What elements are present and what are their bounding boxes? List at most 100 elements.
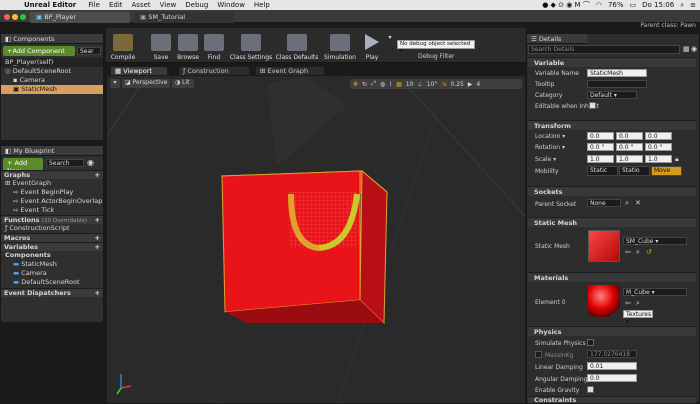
menu-help[interactable]: Help bbox=[254, 1, 270, 9]
lock-icon[interactable]: 🔒︎ bbox=[675, 155, 679, 164]
mass-override-checkbox[interactable] bbox=[535, 351, 542, 358]
details-search-input[interactable]: Search Details bbox=[528, 45, 680, 54]
materials-section[interactable]: Materials bbox=[528, 272, 696, 282]
mobility-static[interactable]: Static bbox=[587, 166, 618, 176]
functions-section[interactable]: Functions (20 Overridable) + bbox=[1, 215, 103, 224]
use-selected-arrow-icon[interactable]: ⇦ bbox=[625, 299, 631, 307]
constraints-section[interactable]: Constraints bbox=[528, 396, 696, 404]
debug-object-select[interactable]: No debug object selected ▾ bbox=[397, 40, 475, 54]
event-actor-begin-overlap[interactable]: ⇨ Event ActorBeginOverlap bbox=[1, 197, 103, 206]
menu-view[interactable]: View bbox=[160, 1, 177, 9]
textures-button[interactable]: Textures ▾ bbox=[623, 310, 653, 325]
app-name[interactable]: Unreal Editor bbox=[24, 1, 76, 9]
class-settings-button[interactable]: Class Settings bbox=[229, 34, 273, 61]
components-tab[interactable]: ◧ Components bbox=[1, 34, 103, 44]
world-space-icon[interactable]: ◍ bbox=[380, 81, 385, 88]
perspective-button[interactable]: ◪ Perspective bbox=[122, 79, 170, 88]
cube[interactable] bbox=[220, 169, 389, 325]
my-blueprint-tab[interactable]: ◧ My Blueprint bbox=[1, 146, 103, 156]
tab-bp-player[interactable]: ▣ BP_Player bbox=[30, 12, 130, 23]
grid-view-icon[interactable]: ▦ bbox=[683, 45, 690, 53]
scale-y-input[interactable]: 1.0 bbox=[616, 155, 643, 163]
event-tick[interactable]: ⇨ Event Tick bbox=[1, 206, 103, 215]
sockets-section[interactable]: Sockets bbox=[528, 186, 696, 196]
rotation-snap-icon[interactable]: ∠ bbox=[417, 81, 422, 88]
mobility-stationary[interactable]: Statio bbox=[619, 166, 650, 176]
minimize-window-button[interactable] bbox=[12, 14, 18, 20]
play-button[interactable]: Play bbox=[358, 34, 386, 61]
use-selected-arrow-icon[interactable]: ⇦ bbox=[625, 248, 631, 256]
rotation-z-input[interactable]: 0.0 ° bbox=[645, 143, 672, 151]
tooltip-input[interactable] bbox=[587, 80, 647, 88]
clock[interactable]: Do 15:06 bbox=[642, 1, 674, 9]
var-camera[interactable]: ▬ Camera bbox=[1, 269, 103, 278]
transform-section[interactable]: Transform bbox=[528, 120, 696, 130]
blueprint-search-input[interactable]: Search bbox=[46, 159, 84, 167]
rotation-x-input[interactable]: 0.0 ° bbox=[587, 143, 614, 151]
tab-sm-tutorial[interactable]: ▣ SM_Tutorial bbox=[134, 12, 234, 23]
rotation-y-input[interactable]: 0.0 ° bbox=[616, 143, 643, 151]
rotation-snap-value[interactable]: 10° bbox=[427, 81, 438, 88]
tab-viewport[interactable]: ▦ Viewport bbox=[110, 66, 168, 75]
static-mesh-thumbnail[interactable] bbox=[588, 230, 620, 262]
physics-section[interactable]: Physics bbox=[528, 326, 696, 336]
zoom-window-button[interactable] bbox=[20, 14, 26, 20]
components-category[interactable]: Components bbox=[1, 251, 103, 260]
viewport-options-button[interactable]: ▾ bbox=[110, 79, 120, 88]
var-default-scene-root[interactable]: ▬ DefaultSceneRoot bbox=[1, 278, 103, 287]
wifi-icon[interactable]: ◠ bbox=[596, 1, 602, 9]
construction-script-item[interactable]: ƒ ConstructionScript bbox=[1, 224, 103, 233]
menu-file[interactable]: File bbox=[88, 1, 100, 9]
component-default-scene-root[interactable]: ◎ DefaultSceneRoot bbox=[1, 67, 103, 76]
battery-percent[interactable]: 76% bbox=[608, 1, 624, 9]
surface-snap-icon[interactable]: ⌇ bbox=[389, 81, 392, 88]
simulate-physics-checkbox[interactable] bbox=[587, 339, 594, 346]
material-thumbnail[interactable] bbox=[588, 285, 620, 317]
variable-name-input[interactable]: StaticMesh bbox=[587, 69, 647, 77]
eye-icon[interactable]: ◉ bbox=[87, 158, 94, 167]
translate-tool-icon[interactable]: ✥ bbox=[353, 81, 358, 88]
add-graph-icon[interactable]: + bbox=[95, 171, 100, 180]
static-mesh-select[interactable]: SM_Cube ▾ bbox=[623, 237, 687, 245]
linear-damping-input[interactable]: 0.01 bbox=[587, 362, 637, 370]
mass-input[interactable]: 177.0276418 bbox=[587, 350, 637, 358]
location-x-input[interactable]: 0.0 bbox=[587, 132, 614, 140]
material-select[interactable]: M_Cube ▾ bbox=[623, 288, 687, 296]
menu-list-icon[interactable]: ≡ bbox=[690, 1, 696, 9]
browse-icon[interactable]: ⌕ bbox=[636, 299, 640, 308]
eye-icon[interactable]: ◉ bbox=[691, 45, 697, 53]
event-dispatchers-section[interactable]: Event Dispatchers + bbox=[1, 288, 103, 297]
clear-icon[interactable]: ✕ bbox=[635, 199, 641, 207]
menu-asset[interactable]: Asset bbox=[132, 1, 151, 9]
add-variable-icon[interactable]: + bbox=[95, 243, 100, 252]
editable-inherit-checkbox[interactable] bbox=[589, 102, 596, 109]
add-dispatcher-icon[interactable]: + bbox=[95, 289, 100, 298]
variables-section[interactable]: Variables + bbox=[1, 242, 103, 251]
component-static-mesh[interactable]: ▣ StaticMesh bbox=[1, 85, 103, 94]
scale-snap-icon[interactable]: ⇲ bbox=[441, 81, 446, 88]
battery-icon[interactable]: ▭ bbox=[630, 1, 637, 9]
menu-debug[interactable]: Debug bbox=[185, 1, 208, 9]
component-camera[interactable]: ▪ Camera bbox=[1, 76, 103, 85]
play-options-dropdown[interactable]: ▾ bbox=[386, 34, 394, 41]
compile-button[interactable]: Compile bbox=[107, 34, 139, 61]
event-graph-item[interactable]: ⊞ EventGraph bbox=[1, 179, 103, 188]
variable-section[interactable]: Variable bbox=[528, 57, 696, 67]
browse-icon[interactable]: ⌕ bbox=[636, 248, 640, 257]
macros-section[interactable]: Macros + bbox=[1, 233, 103, 242]
grid-snap-value[interactable]: 10 bbox=[406, 81, 414, 88]
viewport[interactable]: ▾ ◪ Perspective ◑ Lit ✥ ↻ ⤢ ◍ ⌇ ▦ 10 ∠ 1… bbox=[107, 76, 525, 403]
components-search-input[interactable]: Sear bbox=[77, 47, 101, 55]
tab-event-graph[interactable]: ⊞ Event Graph bbox=[255, 66, 325, 75]
category-select[interactable]: Default ▾ bbox=[587, 91, 637, 99]
parent-socket-input[interactable]: None bbox=[587, 199, 621, 207]
location-y-input[interactable]: 0.0 bbox=[616, 132, 643, 140]
static-mesh-section[interactable]: Static Mesh bbox=[528, 217, 696, 227]
search-icon[interactable]: ⌕ bbox=[680, 1, 684, 10]
angular-damping-input[interactable]: 0.0 bbox=[587, 374, 637, 382]
mobility-movable[interactable]: Move bbox=[651, 166, 682, 176]
scale-snap-value[interactable]: 0.25 bbox=[450, 81, 463, 88]
class-defaults-button[interactable]: Class Defaults bbox=[275, 34, 319, 61]
menu-window[interactable]: Window bbox=[217, 1, 245, 9]
location-z-input[interactable]: 0.0 bbox=[645, 132, 672, 140]
